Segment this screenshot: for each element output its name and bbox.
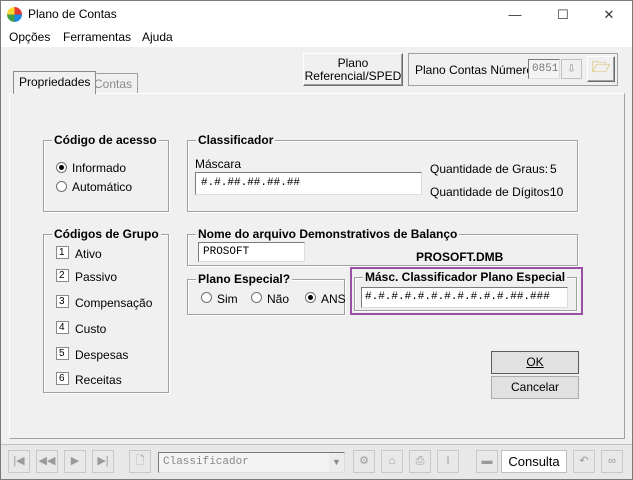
- mascara-label: Máscara: [195, 157, 242, 171]
- previous-record-icon[interactable]: ▶: [64, 450, 86, 473]
- automatico-label: Automático: [72, 180, 133, 194]
- demonstrativos-title: Nome do arquivo Demonstrativos de Balanç…: [196, 227, 460, 241]
- window-title: Plano de Contas: [28, 7, 117, 21]
- first-record-icon[interactable]: |◀: [8, 450, 30, 473]
- grupo-4-number: 4: [56, 321, 69, 334]
- highlight-frame: [350, 267, 583, 315]
- ok-button[interactable]: OK: [491, 351, 579, 374]
- close-button[interactable]: ✕: [586, 1, 632, 28]
- nao-radio[interactable]: [251, 292, 262, 303]
- plano-numero-label: Plano Contas Número: [415, 63, 534, 77]
- folder-open-icon: 🗁: [591, 59, 611, 76]
- grupo-3-number: 3: [56, 295, 69, 308]
- sim-label: Sim: [217, 292, 238, 306]
- filter-icon[interactable]: ⚙: [353, 450, 375, 473]
- mascara-field[interactable]: #.#.##.##.##.##: [195, 172, 422, 195]
- ans-label: ANS: [321, 292, 346, 306]
- grupo-1-label: Ativo: [75, 247, 102, 261]
- app-logo-icon: [7, 7, 22, 22]
- grupo-6-label: Receitas: [75, 373, 122, 387]
- binoculars-icon[interactable]: ∞: [601, 450, 623, 473]
- title-bar: Plano de Contas — ☐ ✕: [1, 1, 632, 28]
- main-window: Plano de Contas — ☐ ✕ Opções Ferramentas…: [0, 0, 633, 480]
- grupo-5-number: 5: [56, 347, 69, 360]
- sim-radio[interactable]: [201, 292, 212, 303]
- plano-referencial-label-2: Referencial/SPED: [304, 69, 402, 83]
- search-field-combo[interactable]: Classificador: [158, 452, 345, 473]
- previous-page-icon[interactable]: ◀◀: [36, 450, 58, 473]
- last-record-icon[interactable]: ▶|: [92, 450, 114, 473]
- ok-label: OK: [526, 355, 544, 369]
- save-icon[interactable]: ▬: [476, 450, 498, 473]
- minimize-button[interactable]: —: [492, 1, 538, 28]
- cancel-button[interactable]: Cancelar: [491, 376, 579, 399]
- basket-icon[interactable]: ⌂: [381, 450, 403, 473]
- grupo-2-number: 2: [56, 269, 69, 282]
- graus-label: Quantidade de Graus:: [430, 162, 549, 176]
- grupo-6-number: 6: [56, 372, 69, 385]
- informado-radio[interactable]: [56, 162, 67, 173]
- grupo-5-label: Despesas: [75, 348, 129, 362]
- undo-icon[interactable]: ↶: [573, 450, 595, 473]
- tab-propriedades[interactable]: Propriedades: [13, 71, 97, 94]
- maximize-button[interactable]: ☐: [540, 1, 586, 28]
- open-folder-button[interactable]: 🗁: [587, 56, 615, 82]
- plano-referencial-button[interactable]: Plano Referencial/SPED: [303, 53, 403, 86]
- tab-contas-label: Contas: [94, 77, 133, 91]
- codigos-grupo-title: Códigos de Grupo: [52, 227, 161, 241]
- demonstrativos-filename: PROSOFT.DMB: [416, 250, 504, 264]
- new-document-icon[interactable]: 🗋: [129, 450, 151, 473]
- nao-label: Não: [267, 292, 290, 306]
- grupo-3-label: Compensação: [75, 296, 153, 310]
- italic-icon[interactable]: I: [437, 450, 459, 473]
- print-icon[interactable]: ⎙: [409, 450, 431, 473]
- automatico-radio[interactable]: [56, 181, 67, 192]
- graus-value: 5: [550, 162, 557, 176]
- plano-numero-field[interactable]: 0851: [528, 59, 560, 79]
- tab-propriedades-label: Propriedades: [19, 75, 91, 89]
- demonstrativos-field[interactable]: PROSOFT: [198, 242, 305, 262]
- navigation-bar: |◀ ◀◀ ▶ ▶| 🗋 Classificador ▼ ⚙ ⌂ ⎙ I ▬ C…: [1, 444, 632, 479]
- menu-ferramentas[interactable]: Ferramentas: [63, 30, 131, 44]
- informado-label: Informado: [72, 161, 127, 175]
- grupo-2-label: Passivo: [75, 270, 118, 284]
- mode-indicator: Consulta: [501, 450, 567, 473]
- digitos-label: Quantidade de Dígitos:: [430, 185, 553, 199]
- menu-bar: Opções Ferramentas Ajuda: [1, 28, 632, 47]
- codigo-acesso-group: Código de acesso: [43, 133, 169, 212]
- classificador-title: Classificador: [196, 133, 276, 147]
- digitos-value: 10: [550, 185, 564, 199]
- cancel-label: Cancelar: [510, 380, 560, 394]
- plano-especial-title: Plano Especial?: [196, 272, 293, 286]
- codigo-acesso-title: Código de acesso: [52, 133, 159, 147]
- menu-opcoes[interactable]: Opções: [9, 30, 50, 44]
- chevron-down-icon[interactable]: ▼: [329, 453, 344, 472]
- menu-ajuda[interactable]: Ajuda: [142, 30, 173, 44]
- grupo-1-number: 1: [56, 246, 69, 259]
- ans-radio[interactable]: [305, 292, 316, 303]
- download-arrow-icon[interactable]: ⇩: [561, 59, 582, 79]
- grupo-4-label: Custo: [75, 322, 107, 336]
